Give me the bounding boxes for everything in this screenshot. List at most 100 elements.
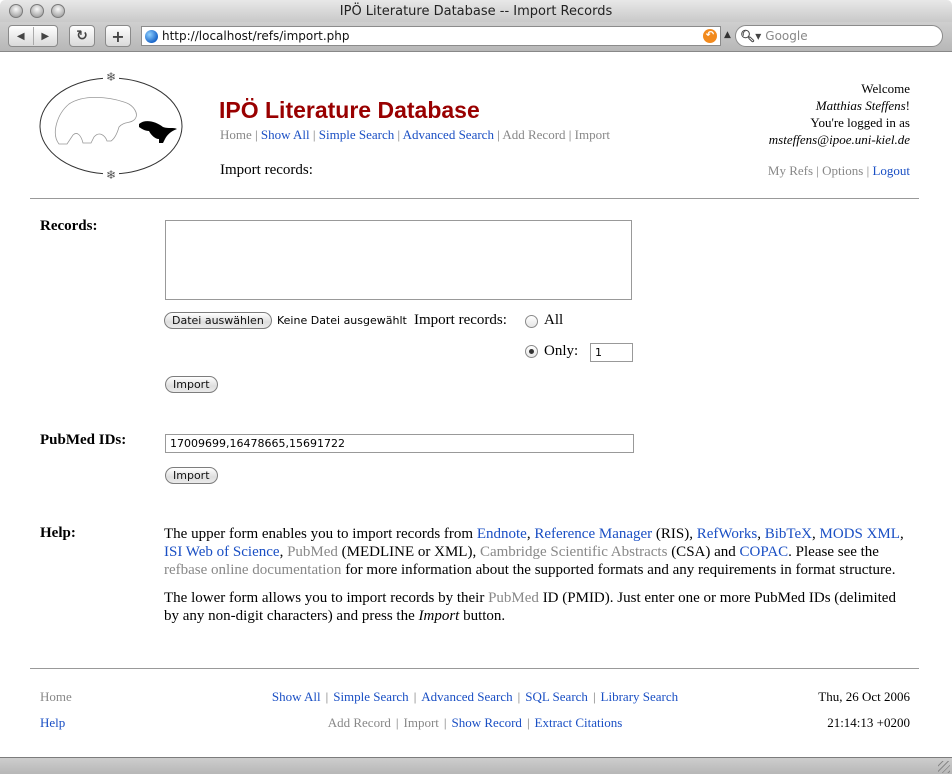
reload-button[interactable]: ↻	[69, 25, 95, 47]
footer-time: 21:14:13 +0200	[827, 715, 910, 730]
url-text[interactable]: http://localhost/refs/import.php	[162, 29, 703, 43]
my-refs-link[interactable]: My Refs	[768, 163, 813, 178]
footer-sql-search[interactable]: SQL Search	[525, 689, 588, 704]
text: ,	[812, 526, 820, 542]
footer-library-search[interactable]: Library Search	[601, 689, 679, 704]
add-bookmark-button[interactable]: +	[105, 25, 131, 47]
search-icon[interactable]: 🔍︎▾	[740, 29, 761, 43]
divider: |	[413, 689, 417, 704]
address-bar[interactable]: http://localhost/refs/import.php ↶	[141, 26, 721, 46]
footer-simple-search[interactable]: Simple Search	[333, 689, 408, 704]
import-records-label: Import records:	[414, 312, 507, 328]
import-only-radio[interactable]	[525, 345, 538, 358]
pubmed-ids-input[interactable]	[165, 434, 634, 453]
import-only-label: Only:	[544, 343, 579, 359]
nav-show-all[interactable]: Show All	[261, 127, 310, 142]
isi-web-of-science-link[interactable]: ISI Web of Science	[164, 544, 280, 560]
welcome-text: Welcome	[861, 81, 910, 96]
records-textarea[interactable]	[165, 220, 632, 300]
text: ,	[757, 526, 765, 542]
footer-show-all[interactable]: Show All	[272, 689, 321, 704]
pubmed-link[interactable]: PubMed	[287, 544, 338, 560]
plus-icon: +	[111, 26, 125, 46]
user-email: msteffens@ipoe.uni-kiel.de	[768, 132, 910, 147]
footer-show-record[interactable]: Show Record	[452, 715, 522, 730]
snapback-icon[interactable]: ↶	[703, 29, 717, 43]
import-emphasis: Import	[418, 608, 460, 624]
reference-manager-link[interactable]: Reference Manager	[534, 526, 652, 542]
divider: |	[592, 689, 596, 704]
bibtex-link[interactable]: BibTeX	[765, 526, 812, 542]
caret-up-icon: ▲	[724, 30, 731, 40]
help-text: The upper form enables you to import rec…	[164, 525, 914, 635]
forward-arrow-icon[interactable]: ▶	[34, 31, 58, 42]
endnote-link[interactable]: Endnote	[477, 526, 527, 542]
text: ,	[279, 544, 288, 560]
globe-icon	[145, 29, 158, 43]
divider: |	[565, 127, 575, 142]
divider: |	[394, 127, 403, 142]
refworks-link[interactable]: RefWorks	[697, 526, 757, 542]
text: The upper form enables you to import rec…	[164, 526, 477, 542]
csa-link[interactable]: Cambridge Scientific Abstracts	[480, 544, 667, 560]
nav-add-record[interactable]: Add Record	[502, 127, 565, 142]
text: (CSA) and	[667, 544, 740, 560]
import-all-label: All	[544, 312, 564, 328]
only-count-input[interactable]	[590, 343, 633, 362]
browser-toolbar: ◀ ▶ ↻ + http://localhost/refs/import.php…	[0, 22, 952, 52]
divider: |	[526, 715, 530, 730]
nav-advanced-search[interactable]: Advanced Search	[403, 127, 494, 142]
divider: |	[517, 689, 521, 704]
top-navigation: Home | Show All | Simple Search | Advanc…	[220, 127, 610, 143]
pubmed-link-2[interactable]: PubMed	[488, 590, 539, 606]
choose-file-button[interactable]: Datei auswählen	[164, 312, 272, 329]
nav-home[interactable]: Home	[220, 127, 252, 142]
mods-xml-link[interactable]: MODS XML	[820, 526, 900, 542]
user-name-line: Matthias Steffens!	[769, 97, 910, 114]
text: . Please see the	[788, 544, 879, 560]
help-paragraph-upper: The upper form enables you to import rec…	[164, 525, 914, 579]
text: button.	[459, 608, 506, 624]
help-label: Help:	[40, 525, 76, 541]
pubmed-ids-label: PubMed IDs:	[40, 432, 127, 448]
window-title: IPÖ Literature Database -- Import Record…	[339, 4, 613, 19]
exclamation: !	[905, 98, 910, 113]
records-label: Records:	[40, 218, 98, 234]
nav-import[interactable]: Import	[575, 127, 610, 142]
footer-extract-citations[interactable]: Extract Citations	[535, 715, 623, 730]
header-divider	[30, 198, 919, 199]
resize-grip-icon[interactable]	[938, 761, 950, 773]
window-titlebar: IPÖ Literature Database -- Import Record…	[0, 0, 952, 22]
reload-icon: ↻	[76, 28, 88, 44]
copac-link[interactable]: COPAC	[740, 544, 789, 560]
divider: |	[443, 715, 447, 730]
back-forward-buttons: ◀ ▶	[8, 25, 58, 47]
footer-add-record[interactable]: Add Record	[328, 715, 391, 730]
options-link[interactable]: Options	[822, 163, 863, 178]
search-field[interactable]: 🔍︎▾ Google	[735, 25, 943, 47]
nav-simple-search[interactable]: Simple Search	[319, 127, 394, 142]
import-pubmed-button[interactable]: Import	[165, 467, 218, 484]
help-paragraph-lower: The lower form allows you to import reco…	[164, 589, 914, 625]
page-content: ❄ ❄ IPÖ Literature Database Home | Show …	[0, 53, 952, 743]
divider: |	[251, 127, 261, 142]
import-records-button[interactable]: Import	[165, 376, 218, 393]
status-bar	[0, 757, 952, 774]
footer-date: Thu, 26 Oct 2006	[818, 689, 910, 704]
user-name: Matthias Steffens	[815, 98, 906, 113]
back-arrow-icon[interactable]: ◀	[9, 31, 33, 42]
footer-import[interactable]: Import	[404, 715, 439, 730]
user-links: My Refs | Options | Logout	[768, 163, 910, 179]
site-title: IPÖ Literature Database	[219, 97, 480, 123]
refbase-docs-link[interactable]: refbase online documentation	[164, 562, 341, 578]
text: for more information about the supported…	[341, 562, 896, 578]
text: (RIS),	[652, 526, 697, 542]
divider: |	[309, 127, 319, 142]
text: ,	[899, 526, 904, 542]
logout-link[interactable]: Logout	[872, 163, 910, 178]
footer-advanced-search[interactable]: Advanced Search	[421, 689, 512, 704]
page-heading: Import records:	[220, 162, 313, 178]
search-placeholder: Google	[765, 29, 808, 43]
import-all-radio[interactable]	[525, 315, 538, 328]
svg-text:❄: ❄	[106, 168, 116, 182]
